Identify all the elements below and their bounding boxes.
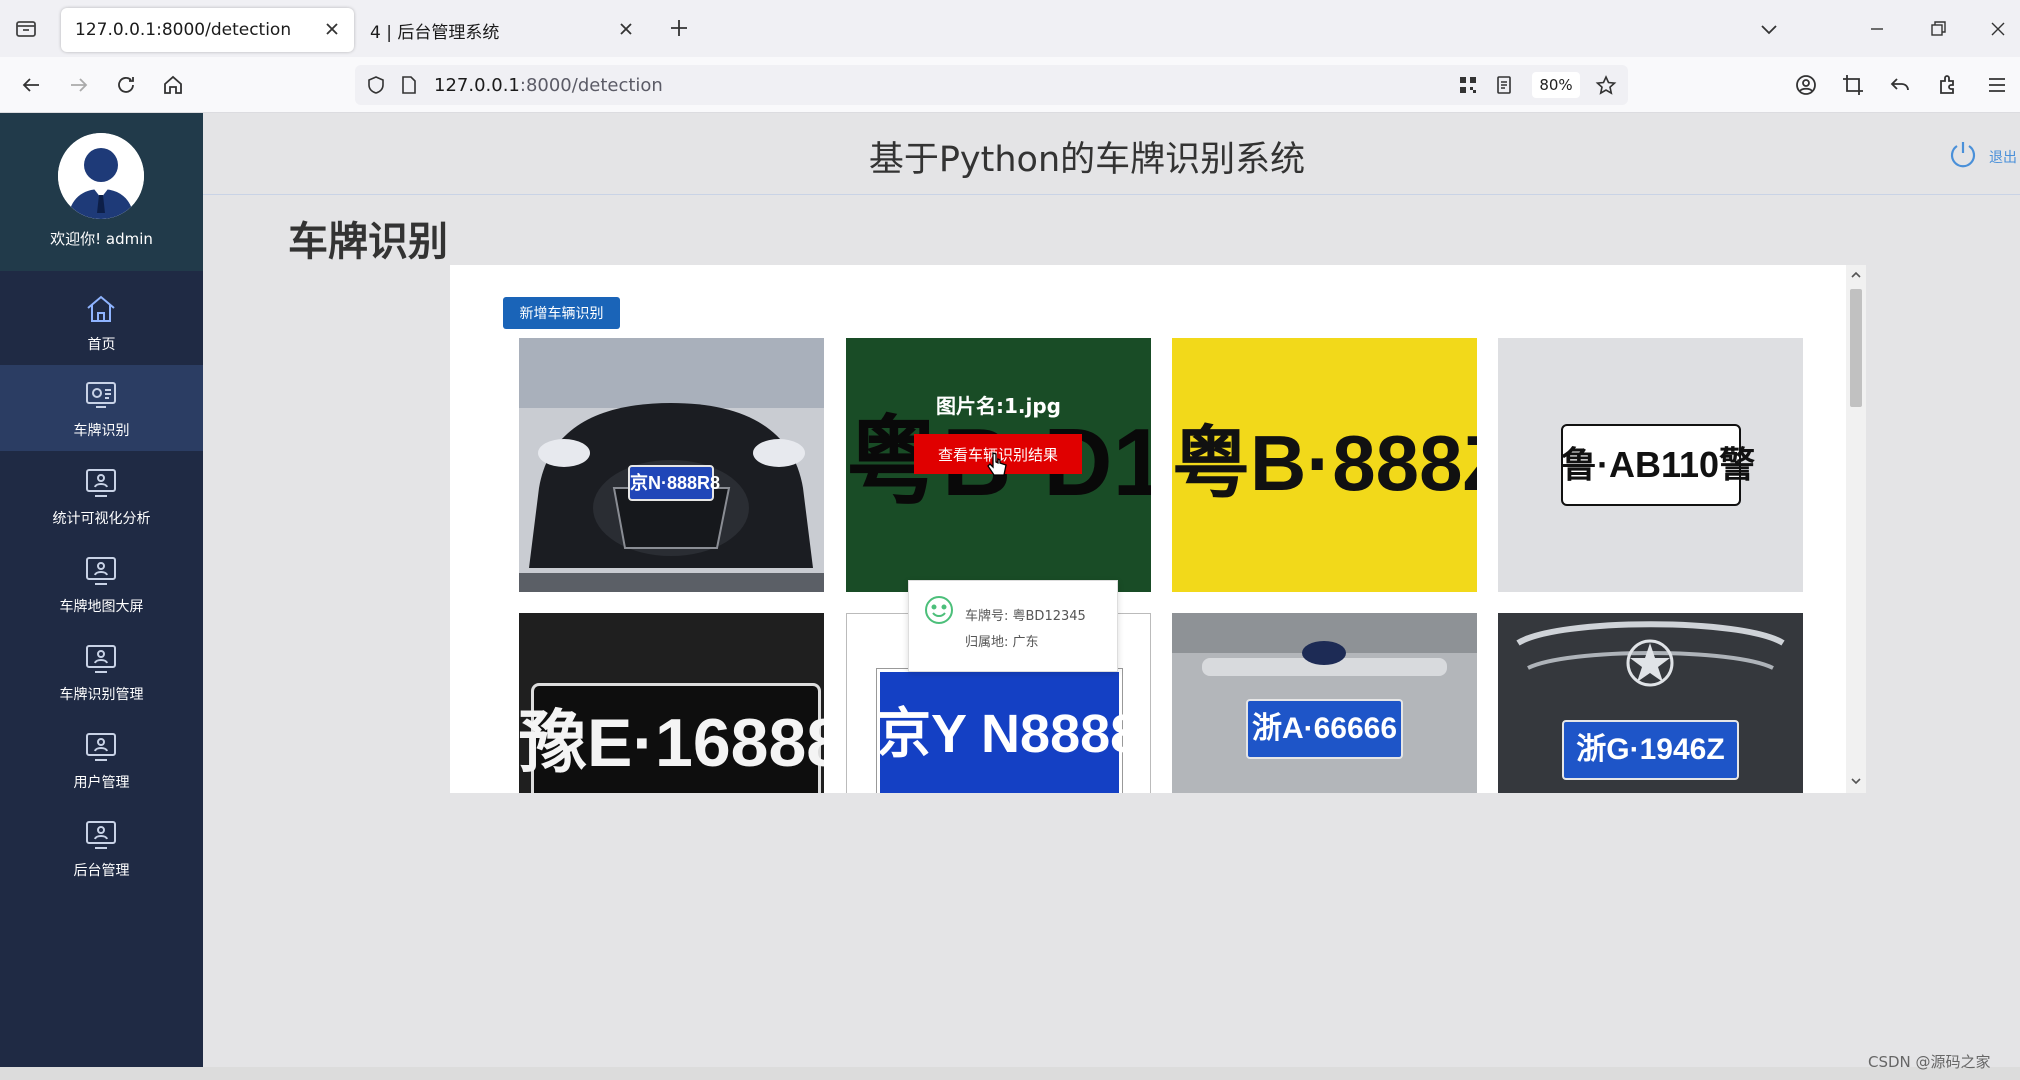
forward-icon[interactable] xyxy=(67,73,91,97)
url-text[interactable]: 127.0.0.1:8000/detection xyxy=(434,75,663,96)
url-bar[interactable]: 127.0.0.1:8000/detection 80% xyxy=(355,65,1628,105)
scroll-up-icon[interactable] xyxy=(1850,269,1862,281)
gallery-card[interactable]: 浙A·66666 xyxy=(1172,613,1477,793)
plate-text: 浙G·1946Z xyxy=(1576,733,1725,766)
sidebar: 欢迎你! admin 首页 车牌识别 统计可视化分析 车牌地图大屏 车牌识别管理… xyxy=(0,113,203,1067)
gallery-card[interactable]: 京N·888R8 xyxy=(519,338,824,592)
restore-icon[interactable] xyxy=(1927,18,1949,40)
monitor-user-icon xyxy=(86,733,116,761)
reader-view-icon[interactable] xyxy=(1493,74,1515,96)
plate-text: 京Y N8888 xyxy=(877,704,1141,764)
back-icon[interactable] xyxy=(19,73,43,97)
sidebar-item-label: 车牌识别 xyxy=(73,423,130,439)
page-icon xyxy=(402,76,416,94)
undo-icon[interactable] xyxy=(1888,73,1912,97)
plate-text: 鲁·AB110警 xyxy=(1561,444,1756,485)
image-gallery-panel: 新增车辆识别 京N·888R8 粤B·D12345 图片名:1.jpg 查看车辆… xyxy=(450,265,1866,793)
browser-tab-bar: 127.0.0.1:8000/detection 4 | 后台管理系统 xyxy=(0,0,2020,57)
sidebar-item-admin[interactable]: 后台管理 xyxy=(0,805,203,891)
close-icon[interactable] xyxy=(616,19,636,39)
page-title: 车牌识别 xyxy=(288,219,448,265)
pointer-cursor-icon xyxy=(987,452,1007,476)
plate-text: 粤B·888ZX xyxy=(1172,419,1477,507)
app-header: 基于Python的车牌识别系统 退出 xyxy=(203,113,2020,195)
add-detection-button[interactable]: 新增车辆识别 xyxy=(503,297,620,329)
reload-icon[interactable] xyxy=(114,73,138,97)
tooltip-plate: 车牌号: 粤BD12345 xyxy=(965,609,1086,624)
avatar xyxy=(58,133,144,219)
crop-icon[interactable] xyxy=(1841,73,1865,97)
smile-icon xyxy=(925,596,953,624)
shield-icon[interactable] xyxy=(365,74,387,96)
account-icon[interactable] xyxy=(1794,73,1818,97)
star-icon[interactable] xyxy=(1595,74,1617,96)
logout-button[interactable]: 退出 xyxy=(1947,138,2020,172)
sidebar-item-detection[interactable]: 车牌识别 xyxy=(0,365,203,451)
qr-code-icon[interactable] xyxy=(1457,74,1479,96)
panel-scrollbar[interactable] xyxy=(1846,265,1866,793)
tab-detection[interactable]: 127.0.0.1:8000/detection xyxy=(61,8,354,52)
plate-text: 京N·888R8 xyxy=(630,473,721,493)
app-root: 欢迎你! admin 首页 车牌识别 统计可视化分析 车牌地图大屏 车牌识别管理… xyxy=(0,113,2020,1067)
sidebar-item-label: 首页 xyxy=(87,337,116,353)
close-icon[interactable] xyxy=(322,19,342,39)
plate-text: 豫E·16888 xyxy=(519,705,824,781)
scroll-thumb[interactable] xyxy=(1850,289,1862,407)
image-name: 图片名:1.jpg xyxy=(936,394,1061,418)
tab-list-icon[interactable] xyxy=(14,16,38,40)
sidebar-item-map-screen[interactable]: 车牌地图大屏 xyxy=(0,541,203,627)
tab-title: 127.0.0.1:8000/detection xyxy=(75,20,292,40)
sidebar-item-label: 后台管理 xyxy=(73,863,130,879)
extensions-icon[interactable] xyxy=(1936,73,1960,97)
logout-label: 退出 xyxy=(1989,150,2017,166)
monitor-icon xyxy=(86,382,116,408)
new-tab-icon[interactable] xyxy=(668,17,690,39)
app-title: 基于Python的车牌识别系统 xyxy=(868,140,1306,180)
sidebar-item-label: 车牌地图大屏 xyxy=(59,599,144,615)
gallery-card[interactable]: 浙G·1946Z xyxy=(1498,613,1803,793)
plate-text: 浙A·66666 xyxy=(1251,712,1398,745)
sidebar-item-label: 用户管理 xyxy=(73,775,130,791)
monitor-user-icon xyxy=(86,557,116,585)
minimize-icon[interactable] xyxy=(1866,18,1888,40)
horizontal-scrollbar[interactable] xyxy=(0,1067,2020,1080)
scroll-down-icon[interactable] xyxy=(1850,775,1862,787)
monitor-user-icon xyxy=(86,645,116,673)
gallery-card[interactable]: 鲁·AB110警 xyxy=(1498,338,1803,592)
result-tooltip: 车牌号: 粤BD12345 归属地: 广东 xyxy=(908,580,1118,672)
sidebar-item-detection-management[interactable]: 车牌识别管理 xyxy=(0,629,203,715)
car-photo xyxy=(519,338,824,592)
gallery-card[interactable]: 豫E·16888 xyxy=(519,613,824,793)
monitor-user-icon xyxy=(86,821,116,849)
gallery-card[interactable]: 粤B·888ZX xyxy=(1172,338,1477,592)
sidebar-item-statistics[interactable]: 统计可视化分析 xyxy=(0,453,203,539)
user-panel: 欢迎你! admin xyxy=(0,113,203,271)
close-window-icon[interactable] xyxy=(1987,18,2009,40)
menu-icon[interactable] xyxy=(1985,73,2009,97)
zoom-level[interactable]: 80% xyxy=(1532,72,1580,98)
home-browser-icon[interactable] xyxy=(161,73,185,97)
sidebar-item-users[interactable]: 用户管理 xyxy=(0,717,203,803)
chevron-down-icon[interactable] xyxy=(1758,18,1780,40)
browser-nav-bar: 127.0.0.1:8000/detection 80% xyxy=(0,57,2020,113)
sidebar-item-label: 统计可视化分析 xyxy=(52,511,151,527)
sidebar-item-label: 车牌识别管理 xyxy=(59,687,144,703)
sidebar-item-home[interactable]: 首页 xyxy=(0,279,203,365)
tab-title: 4 | 后台管理系统 xyxy=(370,22,500,43)
tooltip-region: 归属地: 广东 xyxy=(965,635,1039,650)
home-icon xyxy=(87,295,115,322)
monitor-user-icon xyxy=(86,469,116,497)
welcome-text: 欢迎你! admin xyxy=(50,230,153,248)
tab-admin[interactable]: 4 | 后台管理系统 xyxy=(356,8,648,52)
watermark: CSDN @源码之家 xyxy=(1868,1053,1991,1071)
power-icon xyxy=(1950,142,1976,168)
